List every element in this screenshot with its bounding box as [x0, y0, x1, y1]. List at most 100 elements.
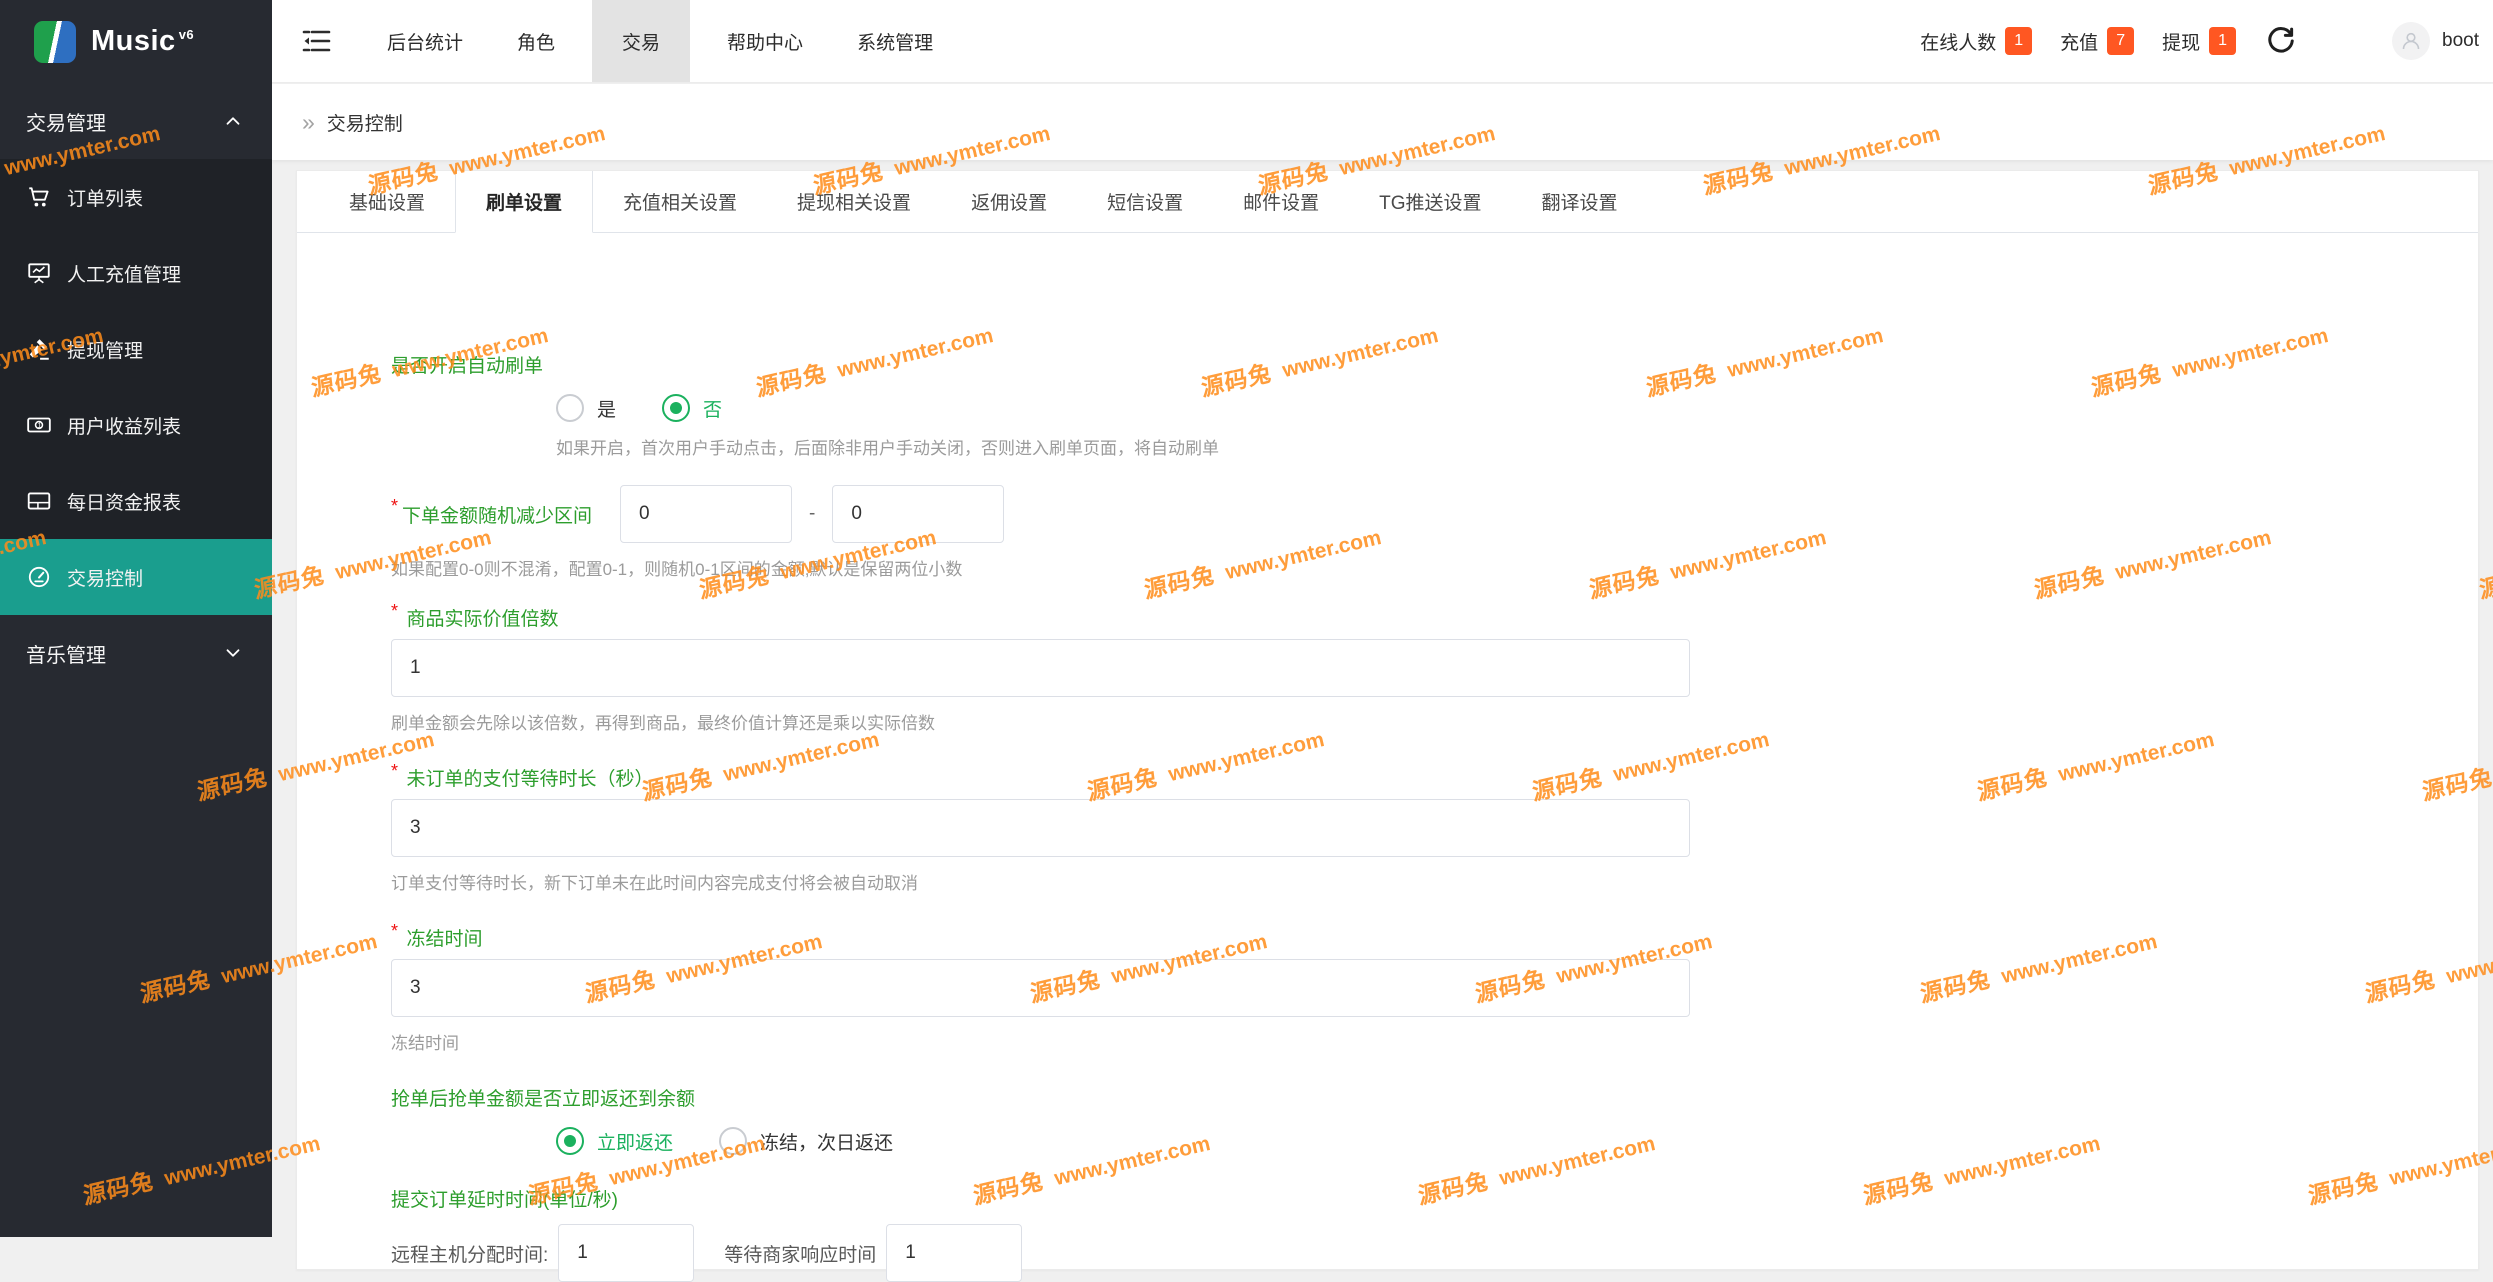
- brand-name: Music v6: [91, 25, 194, 58]
- sidebar-item-order-list[interactable]: 订单列表: [0, 159, 272, 235]
- radio-return-immediately[interactable]: 立即返还: [556, 1127, 673, 1155]
- sidebar-item-withdraw-manage[interactable]: 提现管理: [0, 311, 272, 387]
- sidebar-section-music[interactable]: 音乐管理: [0, 615, 272, 691]
- stat-online-users[interactable]: 在线人数 1: [1920, 27, 2033, 55]
- tab-rebate-settings[interactable]: 返佣设置: [941, 171, 1077, 232]
- radio-label: 是: [597, 399, 617, 421]
- topnav-item-help-center[interactable]: 帮助中心: [727, 0, 803, 82]
- tab-email-settings[interactable]: 邮件设置: [1213, 171, 1349, 232]
- brush-settings-form: 是否开启自动刷单 是 否 如果开启，首次用户手动点击，后面除非用户手动关闭，否则…: [297, 233, 2478, 1282]
- brand-logo-icon: [34, 20, 76, 63]
- chevron-up-icon: [226, 117, 240, 125]
- field-auto-brush: 是否开启自动刷单 是 否 如果开启，首次用户手动点击，后面除非用户手动关闭，否则…: [391, 351, 2478, 459]
- sidebar-item-trade-control[interactable]: 交易控制: [0, 539, 272, 615]
- field-label: 商品实际价值倍数: [406, 609, 559, 630]
- field-label: 冻结时间: [406, 929, 483, 950]
- radio-label: 立即返还: [597, 1132, 674, 1154]
- sidebar-submenu: 订单列表 人工充值管理 提现管理 1 用户收益列表 每日资金报表 交易控制: [0, 159, 272, 615]
- avatar[interactable]: [2392, 22, 2431, 60]
- field-pay-wait: * 未订单的支付等待时长（秒） 订单支付等待时长，新下订单未在此时间内容完成支付…: [391, 761, 2478, 894]
- pay-wait-input[interactable]: [391, 799, 1690, 857]
- radio-auto-brush-yes[interactable]: 是: [556, 394, 616, 422]
- brand-logo: Music v6: [0, 0, 272, 83]
- field-help: 如果开启，首次用户手动点击，后面除非用户手动关闭，否则进入刷单页面，将自动刷单: [556, 439, 1219, 458]
- field-return-balance: 抢单后抢单金额是否立即返还到余额 立即返还 冻结，次日返还: [391, 1084, 2478, 1155]
- brand-version: v6: [178, 27, 195, 43]
- field-help: 如果配置0-0则不混淆，配置0-1，则随机0-1区间的金额,默认是保留两位小数: [391, 560, 963, 579]
- range-min-input[interactable]: [620, 485, 793, 543]
- value-multiple-input[interactable]: [391, 639, 1690, 697]
- breadcrumb: » 交易控制: [272, 84, 2493, 160]
- merchant-response-label: 等待商家响应时间: [724, 1244, 877, 1266]
- sidebar-item-label: 交易控制: [67, 568, 144, 590]
- settings-panel: 基础设置 刷单设置 充值相关设置 提现相关设置 返佣设置 短信设置 邮件设置 T…: [296, 170, 2479, 1282]
- required-asterisk: *: [391, 495, 399, 516]
- sidebar-item-user-earnings[interactable]: 1 用户收益列表: [0, 387, 272, 463]
- username[interactable]: boot: [2442, 30, 2479, 52]
- freeze-time-input[interactable]: [391, 959, 1690, 1017]
- field-label: 是否开启自动刷单: [391, 356, 544, 377]
- topnav-item-roles[interactable]: 角色: [517, 0, 555, 82]
- auto-brush-radio-group: 是 否: [556, 394, 2478, 422]
- field-value-multiple: * 商品实际价值倍数 刷单金额会先除以该倍数，再得到商品，最终价值计算还是乘以实…: [391, 601, 2478, 734]
- chevron-down-icon: [226, 649, 240, 657]
- field-label: 提交订单延时时间(单位/秒): [391, 1190, 618, 1211]
- stat-label: 在线人数: [1920, 32, 1997, 54]
- radio-selected-icon: [662, 394, 691, 422]
- remote-host-assign-label: 远程主机分配时间:: [391, 1244, 549, 1266]
- sidebar-section-trade[interactable]: 交易管理: [0, 83, 272, 159]
- cart-icon: [26, 184, 52, 210]
- stat-label: 充值: [2060, 32, 2099, 54]
- breadcrumb-title: 交易控制: [326, 113, 403, 135]
- refresh-icon[interactable]: [2266, 26, 2296, 56]
- tab-tg-push-settings[interactable]: TG推送设置: [1349, 171, 1511, 232]
- topnav-item-backend-stats[interactable]: 后台统计: [387, 0, 463, 82]
- field-label: 未订单的支付等待时长（秒）: [406, 769, 654, 790]
- tab-basic-settings[interactable]: 基础设置: [319, 171, 455, 232]
- collapse-sidebar-icon[interactable]: [302, 28, 332, 54]
- sidebar-item-label: 订单列表: [67, 188, 144, 210]
- presentation-chart-icon: [26, 260, 52, 286]
- tab-translate-settings[interactable]: 翻译设置: [1512, 171, 1648, 232]
- topnav-item-system-manage[interactable]: 系统管理: [857, 0, 933, 82]
- stat-badge: 1: [2005, 27, 2033, 55]
- field-label: 抢单后抢单金额是否立即返还到余额: [391, 1089, 696, 1110]
- banknote-icon: 1: [26, 412, 52, 438]
- radio-auto-brush-no[interactable]: 否: [662, 394, 722, 422]
- field-help: 订单支付等待时长，新下订单未在此时间内容完成支付将会被自动取消: [391, 874, 918, 893]
- remote-host-assign-input[interactable]: [558, 1224, 695, 1282]
- stat-label: 提现: [2162, 32, 2201, 54]
- radio-selected-icon: [556, 1127, 584, 1155]
- radio-freeze-next-day[interactable]: 冻结，次日返还: [719, 1127, 893, 1155]
- tab-brush-settings[interactable]: 刷单设置: [455, 171, 594, 233]
- required-asterisk: *: [391, 921, 399, 941]
- range-max-input[interactable]: [832, 485, 1005, 543]
- sidebar-section-label: 交易管理: [26, 112, 106, 135]
- field-freeze-time: * 冻结时间 冻结时间: [391, 921, 2478, 1054]
- topbar-right: 在线人数 1 充值 7 提现 1 boot: [1892, 22, 2493, 60]
- radio-label: 否: [703, 399, 723, 421]
- tab-sms-settings[interactable]: 短信设置: [1077, 171, 1213, 232]
- settings-tabbar: 基础设置 刷单设置 充值相关设置 提现相关设置 返佣设置 短信设置 邮件设置 T…: [297, 171, 2478, 233]
- report-card-icon: [26, 488, 52, 514]
- field-help: 冻结时间: [391, 1034, 459, 1053]
- topnav-menu: 后台统计 角色 交易 帮助中心 系统管理: [360, 0, 960, 82]
- breadcrumb-separator: »: [302, 108, 315, 135]
- stat-recharge[interactable]: 充值 7: [2060, 27, 2135, 55]
- field-help: 刷单金额会先除以该倍数，再得到商品，最终价值计算还是乘以实际倍数: [391, 714, 935, 733]
- sidebar: Music v6 交易管理 订单列表 人工充值管理 提现管理 1 用户收益列表 …: [0, 0, 272, 1237]
- topnav-item-trade[interactable]: 交易: [592, 0, 691, 82]
- radio-circle-icon: [719, 1127, 748, 1155]
- sidebar-item-daily-funds-report[interactable]: 每日资金报表: [0, 463, 272, 539]
- required-asterisk: *: [391, 601, 399, 621]
- field-label: 下单金额随机减少区间: [402, 505, 593, 527]
- sidebar-item-label: 每日资金报表: [67, 492, 182, 514]
- stat-withdraw[interactable]: 提现 1: [2162, 27, 2237, 55]
- tab-withdraw-settings[interactable]: 提现相关设置: [767, 171, 941, 232]
- sidebar-item-manual-recharge[interactable]: 人工充值管理: [0, 235, 272, 311]
- tab-recharge-settings[interactable]: 充值相关设置: [593, 171, 767, 232]
- stat-badge: 7: [2107, 27, 2135, 55]
- merchant-response-input[interactable]: [886, 1224, 1023, 1282]
- radio-label: 冻结，次日返还: [760, 1132, 894, 1154]
- sidebar-item-label: 提现管理: [67, 340, 144, 362]
